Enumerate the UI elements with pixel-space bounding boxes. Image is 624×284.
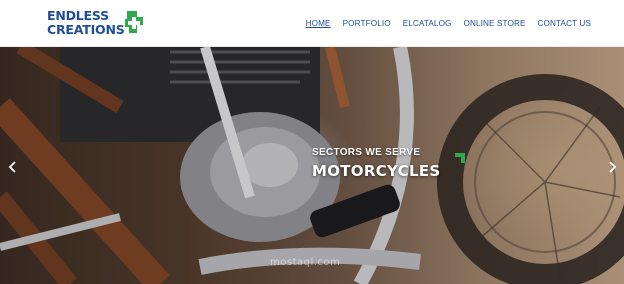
slide-title: MOTORCYCLES	[312, 162, 441, 180]
hero-slider: SECTORS WE SERVE MOTORCYCLES mostaql.com	[0, 47, 624, 284]
corner-accent-icon	[455, 153, 465, 163]
chevron-right-icon[interactable]	[605, 160, 619, 174]
main-nav: HOME PORTFOLIO ELCATALOG ONLINE STORE CO…	[306, 19, 591, 28]
watermark: mostaql.com	[270, 257, 341, 268]
logo-mark-icon	[125, 11, 143, 33]
logo-line-2: CREATIONS	[47, 22, 125, 37]
slide-subtitle: SECTORS WE SERVE	[312, 147, 421, 158]
logo[interactable]: ENDLESS CREATIONS	[47, 8, 147, 40]
chevron-left-icon[interactable]	[6, 160, 20, 174]
nav-portfolio[interactable]: PORTFOLIO	[343, 19, 391, 28]
nav-elcatalog[interactable]: ELCATALOG	[403, 19, 452, 28]
nav-home[interactable]: HOME	[306, 19, 331, 28]
nav-contact-us[interactable]: CONTACT US	[538, 19, 591, 28]
site-header: ENDLESS CREATIONS HOME PORTFOLIO ELCATAL…	[0, 0, 624, 47]
logo-text: ENDLESS CREATIONS	[47, 9, 125, 37]
logo-line-1: ENDLESS	[47, 8, 109, 23]
slide-caption: SECTORS WE SERVE MOTORCYCLES	[312, 147, 440, 180]
nav-online-store[interactable]: ONLINE STORE	[464, 19, 526, 28]
